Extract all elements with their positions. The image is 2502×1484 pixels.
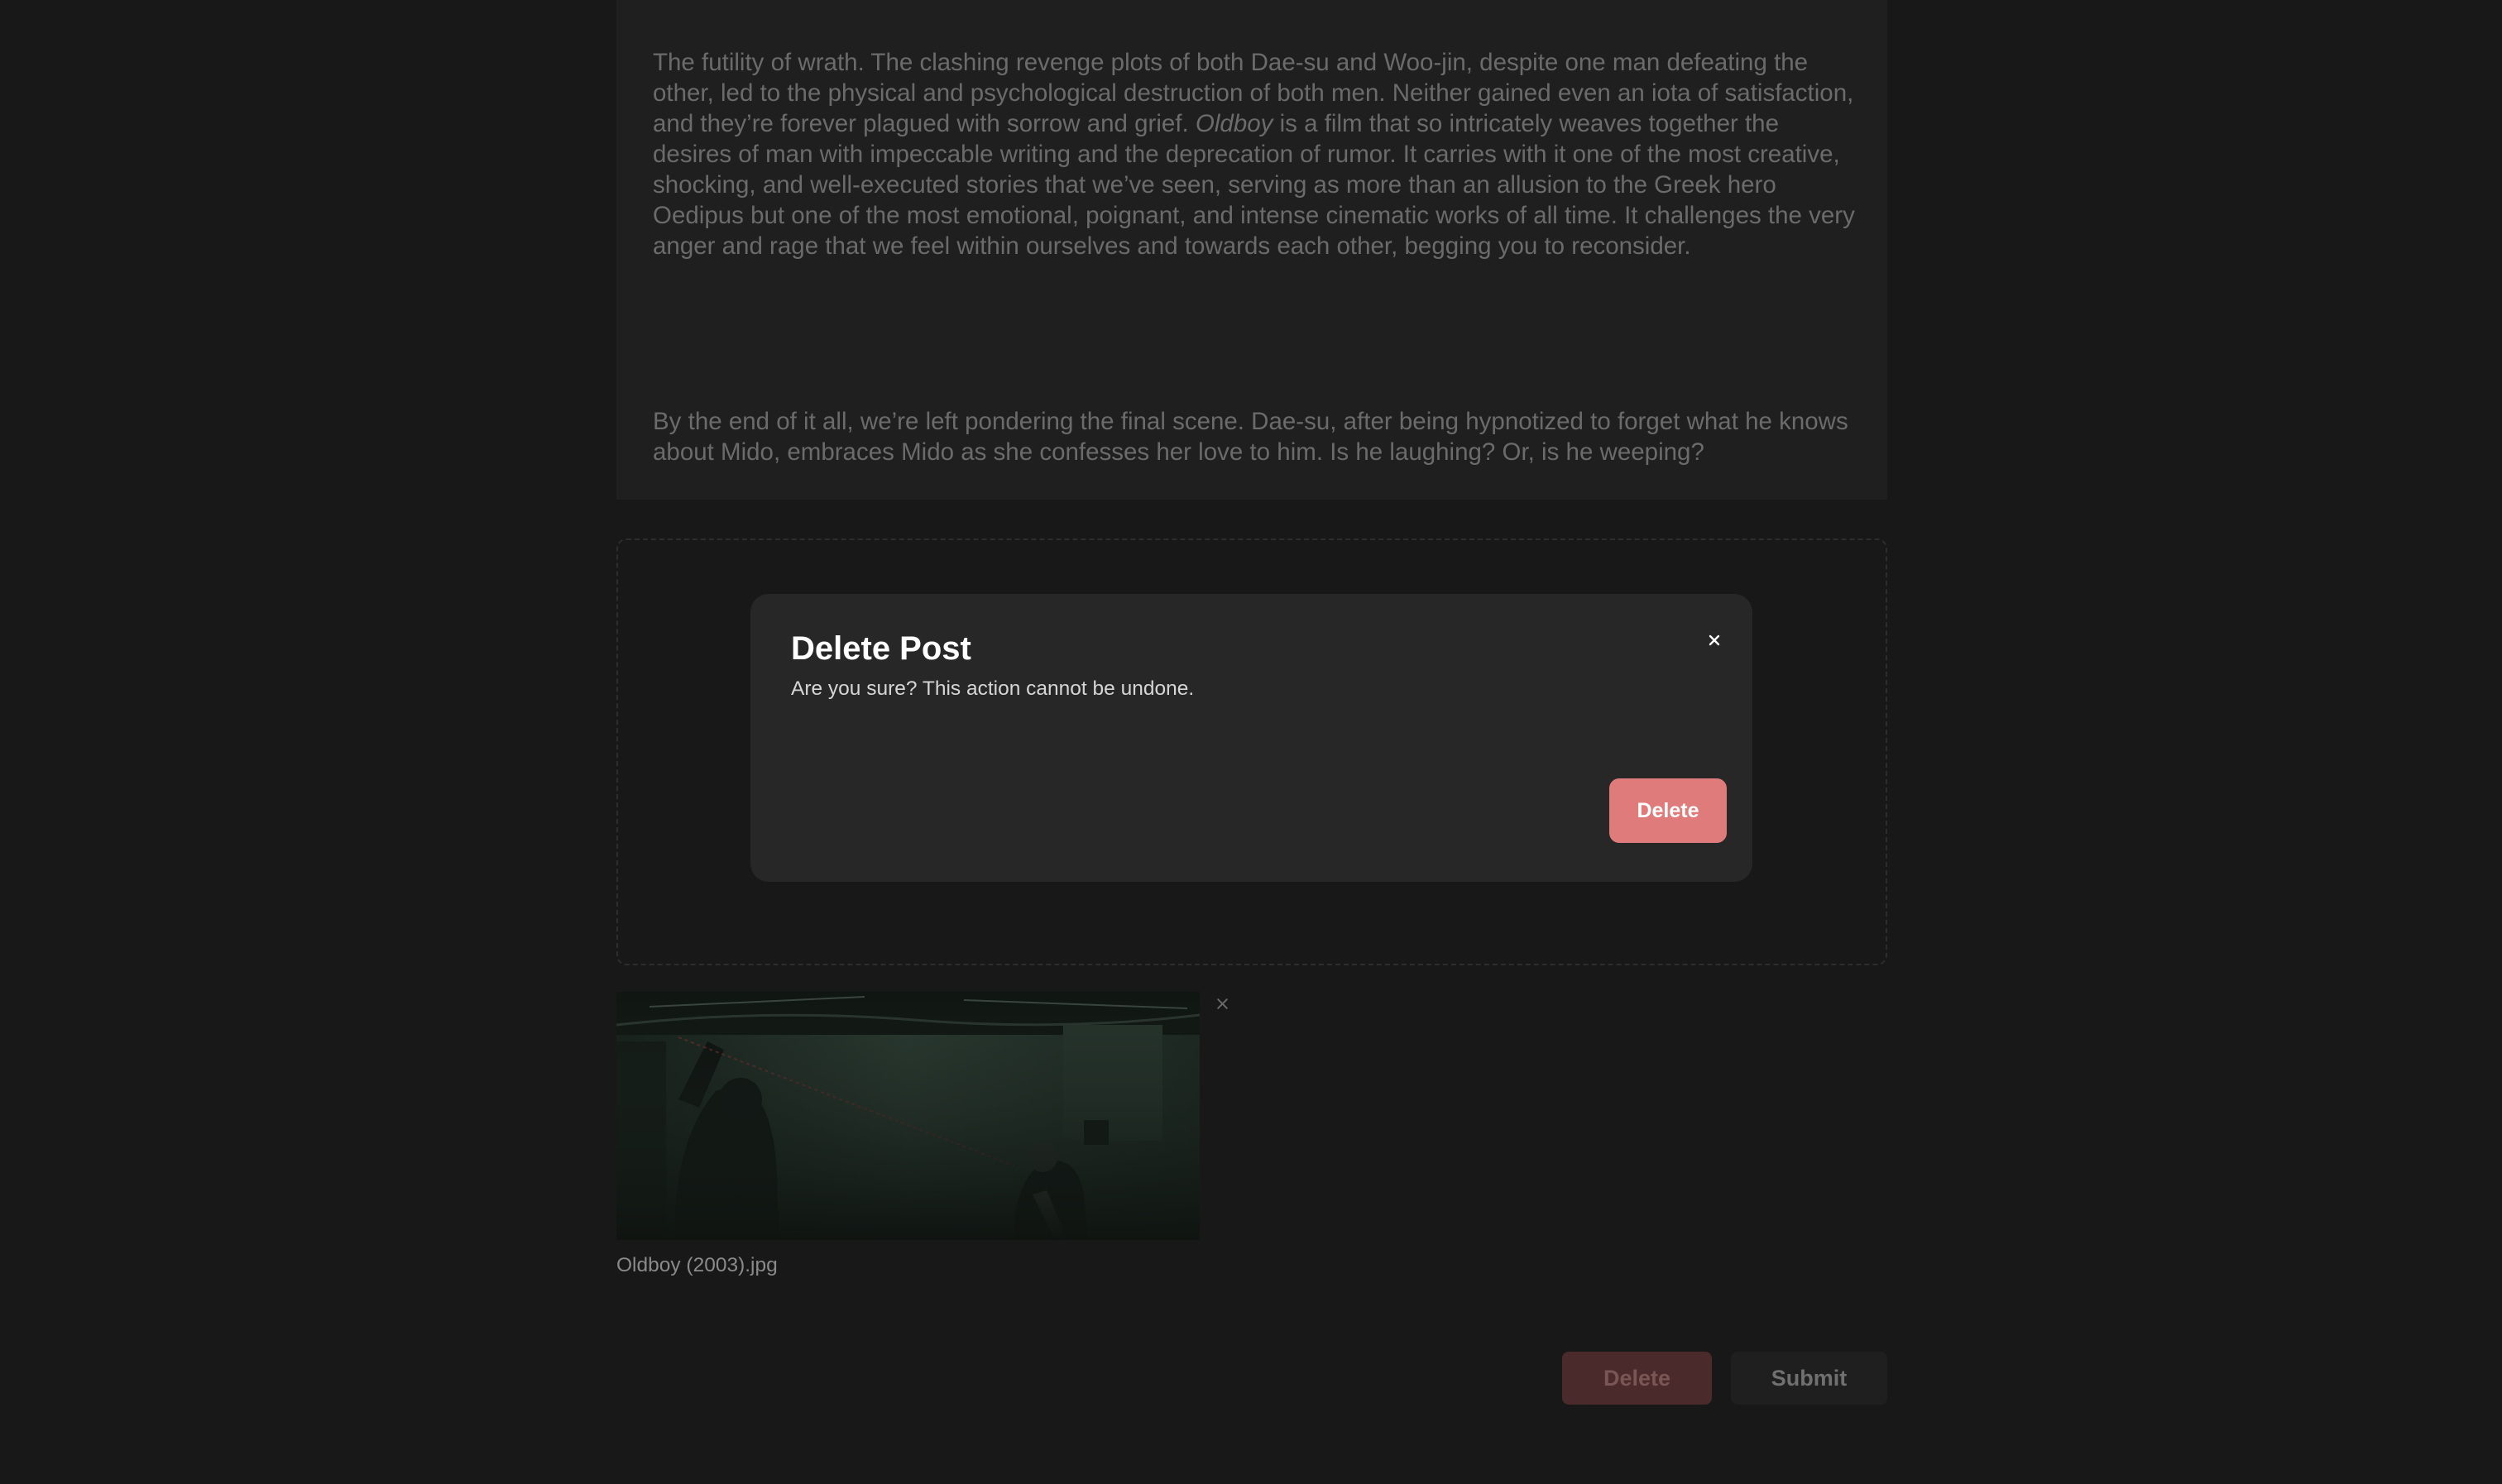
attachment-thumbnail <box>616 992 1200 1240</box>
confirm-delete-button[interactable]: Delete <box>1609 778 1727 843</box>
close-icon[interactable] <box>1210 992 1234 1015</box>
editor-paragraph: By the end of it all, we’re left ponderi… <box>653 408 1848 466</box>
delete-post-button[interactable]: Delete <box>1562 1352 1712 1405</box>
editor-paragraph: The futility of wrath. The clashing reve… <box>653 49 1855 260</box>
close-icon[interactable] <box>1699 625 1729 655</box>
delete-post-dialog: Delete Post Are you sure? This action ca… <box>750 594 1752 882</box>
dialog-message: Are you sure? This action cannot be undo… <box>791 677 1195 700</box>
post-editor[interactable]: The futility of wrath. The clashing reve… <box>616 0 1887 500</box>
attachment-filename: Oldboy (2003).jpg <box>616 1254 778 1276</box>
dialog-title: Delete Post <box>791 630 971 667</box>
film-title-emphasis: Oldboy <box>1195 110 1273 137</box>
submit-button[interactable]: Submit <box>1731 1352 1887 1405</box>
